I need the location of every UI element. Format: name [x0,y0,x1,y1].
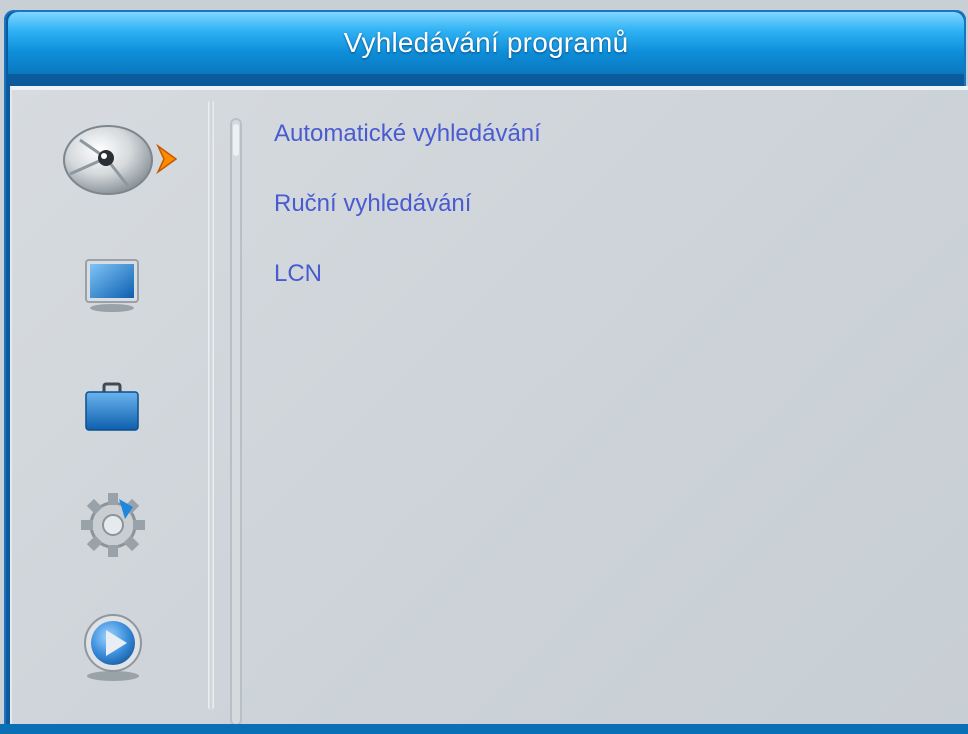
sidebar-item-settings[interactable] [78,490,148,560]
title-bar: Vyhledávání programů [8,12,964,76]
tv-screen-icon [85,259,139,312]
sidebar-item-media[interactable] [78,610,148,684]
menu-item-auto-search[interactable]: Automatické vyhledávání [274,120,541,148]
menu-item-lcn[interactable]: LCN [274,260,322,288]
sidebar-item-search[interactable] [58,118,188,198]
play-icon [84,614,142,681]
briefcase-icon [85,382,139,431]
sidebar-divider [208,100,214,710]
scrollbar[interactable] [230,118,242,726]
sidebar [12,90,207,726]
selection-arrow-icon [156,143,178,175]
osd-screen: { "window": { "title": "Vyhledávání prog… [0,0,968,734]
menu-item-manual-search[interactable]: Ruční vyhledávání [274,190,471,218]
page-title: Vyhledávání programů [343,27,629,58]
gear-icon [81,493,145,557]
sidebar-item-tools[interactable] [82,376,142,436]
sidebar-item-tv[interactable] [82,256,142,316]
bottom-border [0,724,968,734]
scrollbar-thumb[interactable] [233,124,239,156]
content-panel: Automatické vyhledávání Ruční vyhledáván… [10,86,968,726]
